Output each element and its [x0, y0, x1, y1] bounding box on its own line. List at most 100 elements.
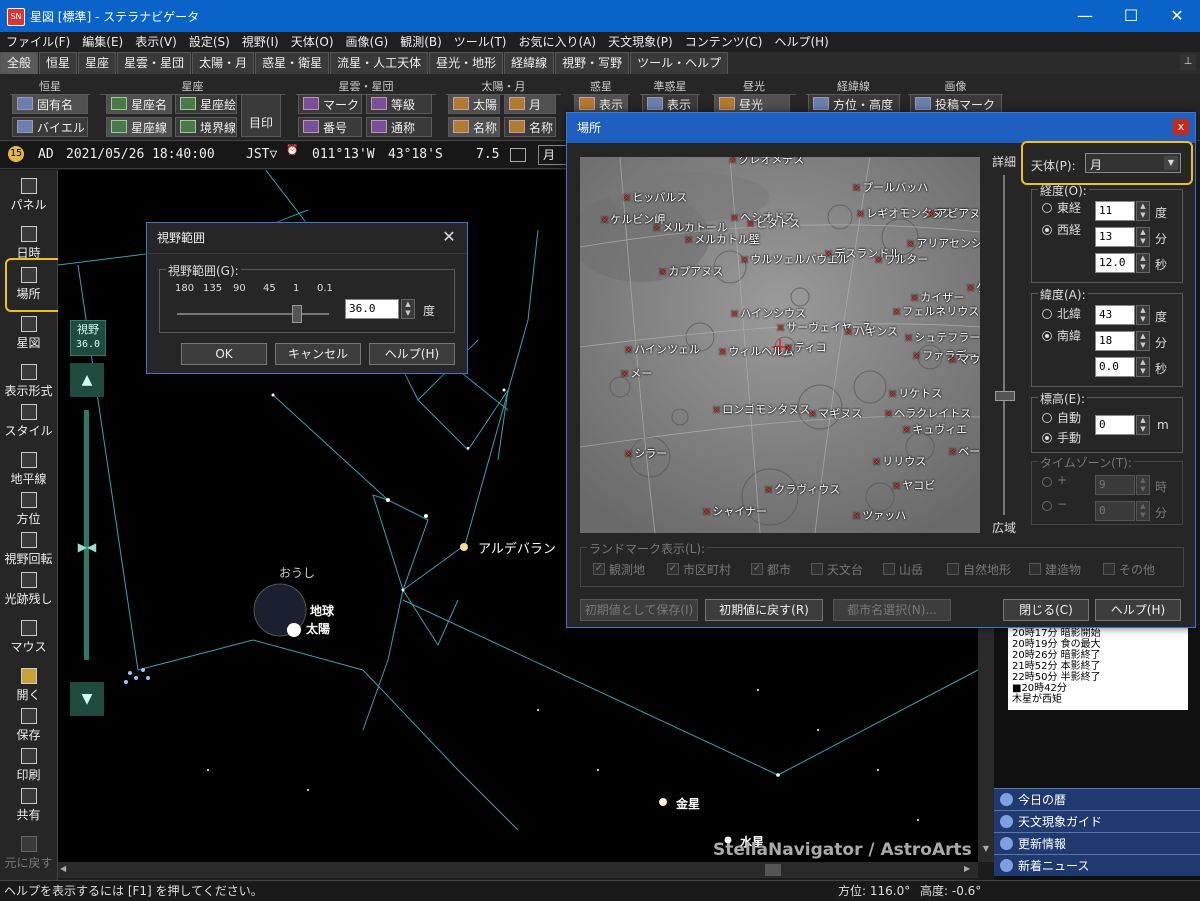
help-button[interactable]: ヘルプ(H): [369, 343, 455, 365]
tz-plus-radio[interactable]: [1042, 477, 1052, 487]
fov-value-field[interactable]: 36.0: [345, 299, 399, 319]
update-info-item[interactable]: 更新情報: [994, 832, 1200, 854]
mark-button[interactable]: 目印: [241, 94, 281, 137]
moon-name-button[interactable]: 名称: [504, 117, 556, 137]
azalt-button[interactable]: 方位・高度: [808, 94, 900, 114]
south-radio[interactable]: [1042, 331, 1052, 341]
boundary-button[interactable]: 境界線: [175, 117, 237, 137]
chart-button[interactable]: 星図: [0, 316, 57, 351]
lon-deg-field[interactable]: 11: [1095, 201, 1135, 221]
alarm-icon[interactable]: ⏰: [286, 145, 298, 156]
panel-button[interactable]: パネル: [0, 178, 57, 213]
landmark-checkbox[interactable]: [1029, 563, 1041, 575]
post-mark-button[interactable]: 投稿マーク: [910, 94, 1002, 114]
scroll-right-icon[interactable]: ▶: [964, 864, 970, 873]
lat-min-field[interactable]: 18: [1095, 331, 1135, 351]
save-default-button[interactable]: 初期値として保存(I): [580, 599, 698, 621]
east-radio[interactable]: [1042, 203, 1052, 213]
menu-settings[interactable]: 設定(S): [183, 32, 236, 52]
earth-label[interactable]: 地球: [310, 602, 334, 619]
fov-thumb[interactable]: ▶◀: [72, 540, 102, 554]
menu-fov[interactable]: 視野(I): [236, 32, 285, 52]
tab-tools-help[interactable]: ツール・ヘルプ: [630, 52, 729, 74]
tab-sun-moon[interactable]: 太陽・月: [192, 52, 255, 74]
landmark-checkbox[interactable]: [811, 563, 823, 575]
bayer-button[interactable]: バイエル: [12, 117, 88, 137]
lon-deg-spinner[interactable]: ▲ ▼: [1136, 201, 1150, 221]
detail-track[interactable]: [1003, 175, 1005, 515]
lon-min-spinner[interactable]: ▲ ▼: [1136, 227, 1150, 247]
landmark-checkbox[interactable]: ✓: [593, 563, 605, 575]
ok-button[interactable]: OK: [181, 343, 267, 365]
tab-gridlines[interactable]: 経緯線: [504, 52, 555, 74]
tz-hour-spinner[interactable]: ▲ ▼: [1136, 475, 1150, 495]
tab-meteors[interactable]: 流星・人工天体: [330, 52, 429, 74]
menu-help[interactable]: ヘルプ(H): [768, 32, 834, 52]
magnitude-icon[interactable]: [510, 148, 526, 162]
menu-phenomena[interactable]: 天文現象(P): [602, 32, 679, 52]
lon-sec-spinner[interactable]: ▲ ▼: [1136, 253, 1150, 273]
undo-button[interactable]: 元に戻す: [0, 836, 57, 871]
elevation-field[interactable]: 0: [1095, 415, 1135, 435]
neb-mark-button[interactable]: マーク: [298, 94, 362, 114]
lat-deg-spinner[interactable]: ▲ ▼: [1136, 305, 1150, 325]
close-dialog-button[interactable]: 閉じる(C): [1003, 599, 1089, 621]
lon-sec-field[interactable]: 12.0: [1095, 253, 1135, 273]
reset-default-button[interactable]: 初期値に戻す(R): [705, 599, 823, 621]
zoom-out-button[interactable]: ▼: [70, 682, 104, 716]
aldebaran-label[interactable]: アルデバラン: [478, 538, 556, 557]
scroll-thumb[interactable]: [765, 864, 781, 876]
lon-min-field[interactable]: 13: [1095, 227, 1135, 247]
display-format-button[interactable]: 表示形式: [0, 364, 57, 399]
fov-spinner[interactable]: ▲ ▼: [401, 299, 415, 319]
close-icon[interactable]: x: [1173, 119, 1189, 135]
neb-grade-button[interactable]: 等級: [366, 94, 432, 114]
menu-edit[interactable]: 編集(E): [76, 32, 129, 52]
tab-stars[interactable]: 恒星: [39, 52, 78, 74]
calendar-icon[interactable]: 15: [8, 146, 24, 162]
cancel-button[interactable]: キャンセル: [275, 343, 361, 365]
horizontal-scrollbar[interactable]: ◀ ▶: [58, 862, 978, 878]
neb-number-button[interactable]: 番号: [298, 117, 362, 137]
moon-map[interactable]: クレオメデス ヒッパルス ケルビン岬 メルカトール メルカトル壁 ヘシオドス ピ…: [580, 157, 980, 533]
tab-planets[interactable]: 惑星・衛星: [255, 52, 330, 74]
const-name-button[interactable]: 星座名: [106, 94, 172, 114]
planet-show-button[interactable]: 表示: [574, 94, 628, 114]
neb-common-button[interactable]: 通称: [366, 117, 432, 137]
menu-observe[interactable]: 観測(B): [394, 32, 448, 52]
fov-dialog-thumb[interactable]: [292, 305, 303, 323]
tab-constellations[interactable]: 星座: [78, 52, 117, 74]
fov-dialog-slider[interactable]: [177, 305, 329, 323]
help-button[interactable]: ヘルプ(H): [1095, 599, 1181, 621]
scroll-down-icon[interactable]: ▼: [980, 844, 992, 858]
landmark-checkbox[interactable]: ✓: [751, 563, 763, 575]
lat-sec-field[interactable]: 0.0: [1095, 357, 1135, 377]
landmark-checkbox[interactable]: ✓: [667, 563, 679, 575]
landmark-checkbox[interactable]: [883, 563, 895, 575]
open-button[interactable]: 開く: [0, 668, 57, 703]
trail-button[interactable]: 光跡残し: [0, 572, 57, 607]
tab-daylight[interactable]: 昼光・地形: [429, 52, 504, 74]
zoom-in-button[interactable]: ▲: [70, 363, 104, 397]
maximize-button[interactable]: ☐: [1108, 0, 1154, 32]
landmark-checkbox[interactable]: [1103, 563, 1115, 575]
tz-hour-field[interactable]: 9: [1095, 475, 1135, 495]
style-button[interactable]: スタイル: [0, 404, 57, 439]
north-radio[interactable]: [1042, 309, 1052, 319]
menu-tools[interactable]: ツール(T): [448, 32, 513, 52]
timezone[interactable]: JST▽: [246, 147, 277, 162]
daylight-button[interactable]: 昼光: [714, 94, 790, 114]
elevation-spinner[interactable]: ▲ ▼: [1136, 415, 1150, 435]
minimize-button[interactable]: —: [1062, 0, 1108, 32]
datetime-button[interactable]: 日時: [0, 226, 57, 261]
auto-radio[interactable]: [1042, 413, 1052, 423]
sun-label[interactable]: 太陽: [306, 620, 330, 637]
tz-min-field[interactable]: 0: [1095, 501, 1135, 521]
detail-thumb[interactable]: [995, 391, 1015, 401]
dwarf-show-button[interactable]: 表示: [642, 94, 698, 114]
news-item[interactable]: 新着ニュース: [994, 854, 1200, 876]
west-radio[interactable]: [1042, 225, 1052, 235]
close-button[interactable]: ✕: [1154, 0, 1200, 32]
const-picture-button[interactable]: 星座絵: [175, 94, 237, 114]
city-select-button[interactable]: 都市名選択(N)...: [833, 599, 951, 621]
